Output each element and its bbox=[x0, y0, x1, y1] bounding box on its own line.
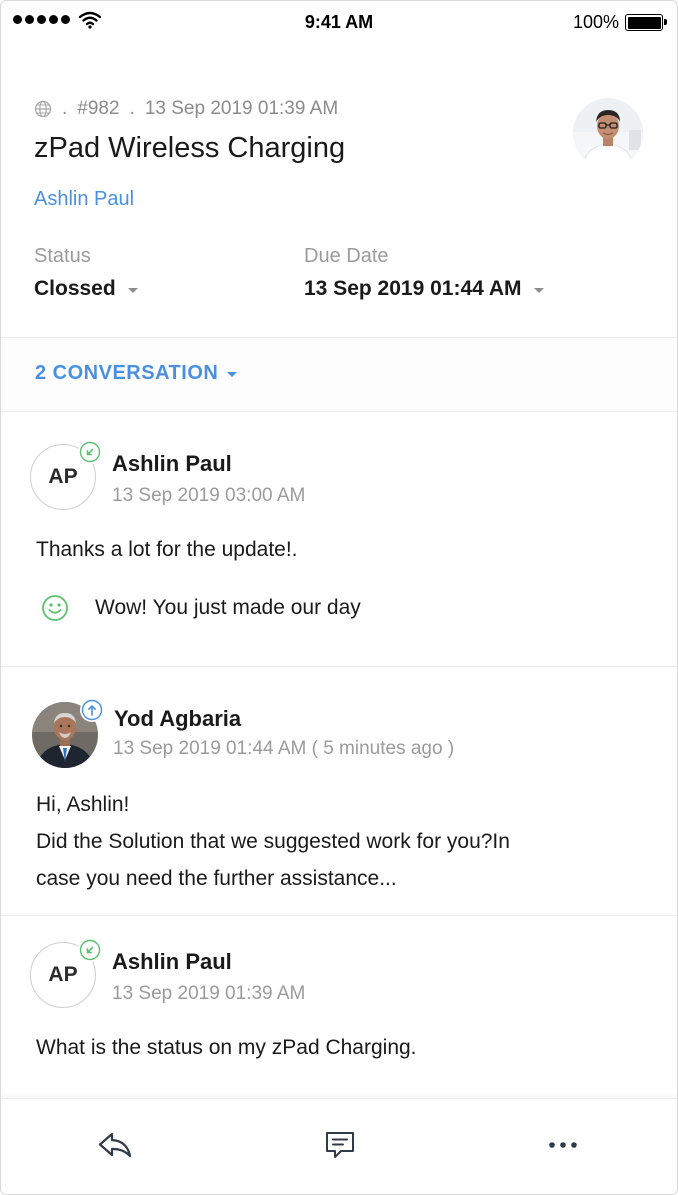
chevron-down-icon bbox=[533, 287, 544, 293]
comment-button[interactable] bbox=[318, 1127, 362, 1163]
avatar bbox=[32, 698, 104, 768]
incoming-arrow-icon bbox=[78, 938, 102, 962]
message-line: Thanks a lot for the update!. bbox=[36, 538, 298, 561]
status-label: Status bbox=[34, 245, 91, 267]
ticket-meta: . #982 . 13 Sep 2019 01:39 AM bbox=[34, 98, 338, 120]
chevron-down-icon bbox=[127, 287, 138, 293]
happy-face-icon bbox=[42, 595, 68, 621]
divider bbox=[1, 411, 677, 412]
customer-feedback: Wow! You just made our day bbox=[41, 594, 361, 622]
feedback-text: Wow! You just made our day bbox=[95, 596, 361, 619]
assignee-avatar[interactable] bbox=[573, 98, 643, 168]
due-date-label: Due Date bbox=[304, 245, 389, 267]
message-line: What is the status on my zPad Charging. bbox=[36, 1036, 417, 1059]
conversation-count-label: 2 CONVERSATION bbox=[35, 362, 219, 384]
status-value: Clossed bbox=[34, 277, 116, 300]
message-line: Did the Solution that we suggested work … bbox=[36, 830, 510, 853]
bottom-toolbar bbox=[1, 1098, 677, 1194]
chevron-down-icon bbox=[227, 372, 238, 377]
more-button[interactable] bbox=[541, 1127, 585, 1163]
divider bbox=[1, 666, 677, 667]
due-date-value: 13 Sep 2019 01:44 AM bbox=[304, 277, 522, 300]
battery-icon bbox=[625, 14, 667, 31]
avatar: AP bbox=[30, 938, 102, 1008]
reply-icon bbox=[98, 1132, 132, 1158]
ticket-detail-screen: 9:41 AM 100% . #982 . 13 Sep 2019 01:39 … bbox=[0, 0, 678, 1195]
message-line: Hi, Ashlin! bbox=[36, 793, 130, 816]
status-dropdown[interactable]: Clossed bbox=[34, 277, 138, 301]
comment-icon bbox=[326, 1132, 354, 1158]
ticket-title: zPad Wireless Charging bbox=[34, 132, 346, 164]
incoming-arrow-icon bbox=[78, 440, 102, 464]
author-name: Ashlin Paul bbox=[112, 949, 232, 974]
reply-button[interactable] bbox=[93, 1127, 137, 1163]
message-time: 13 Sep 2019 01:39 AM bbox=[112, 983, 306, 1004]
outgoing-arrow-icon bbox=[80, 698, 104, 722]
message-line: case you need the further assistance... bbox=[36, 867, 397, 890]
message-body: What is the status on my zPad Charging. bbox=[36, 1029, 417, 1066]
message-body: Thanks a lot for the update!. bbox=[36, 531, 298, 568]
due-date-dropdown[interactable]: 13 Sep 2019 01:44 AM bbox=[304, 277, 544, 301]
message-time: 13 Sep 2019 03:00 AM bbox=[112, 485, 306, 506]
avatar: AP bbox=[30, 440, 102, 510]
divider bbox=[1, 915, 677, 916]
ticket-created-time: 13 Sep 2019 01:39 AM bbox=[144, 98, 339, 119]
author-name: Yod Agbaria bbox=[114, 706, 242, 731]
status-bar: 9:41 AM 100% bbox=[1, 1, 677, 43]
contact-link[interactable]: Ashlin Paul bbox=[34, 188, 134, 211]
globe-icon bbox=[34, 100, 52, 118]
conversation-toggle[interactable]: 2 CONVERSATION bbox=[35, 362, 238, 385]
meta-separator: . bbox=[129, 98, 135, 119]
ticket-number: #982 bbox=[77, 98, 120, 119]
message-time: 13 Sep 2019 01:44 AM ( 5 minutes ago ) bbox=[113, 738, 455, 759]
battery-percentage: 100% bbox=[572, 12, 619, 32]
more-icon bbox=[549, 1142, 577, 1148]
meta-separator: . bbox=[62, 98, 68, 119]
message-body: Hi, Ashlin! Did the Solution that we sug… bbox=[36, 786, 510, 897]
author-name: Ashlin Paul bbox=[112, 451, 232, 476]
